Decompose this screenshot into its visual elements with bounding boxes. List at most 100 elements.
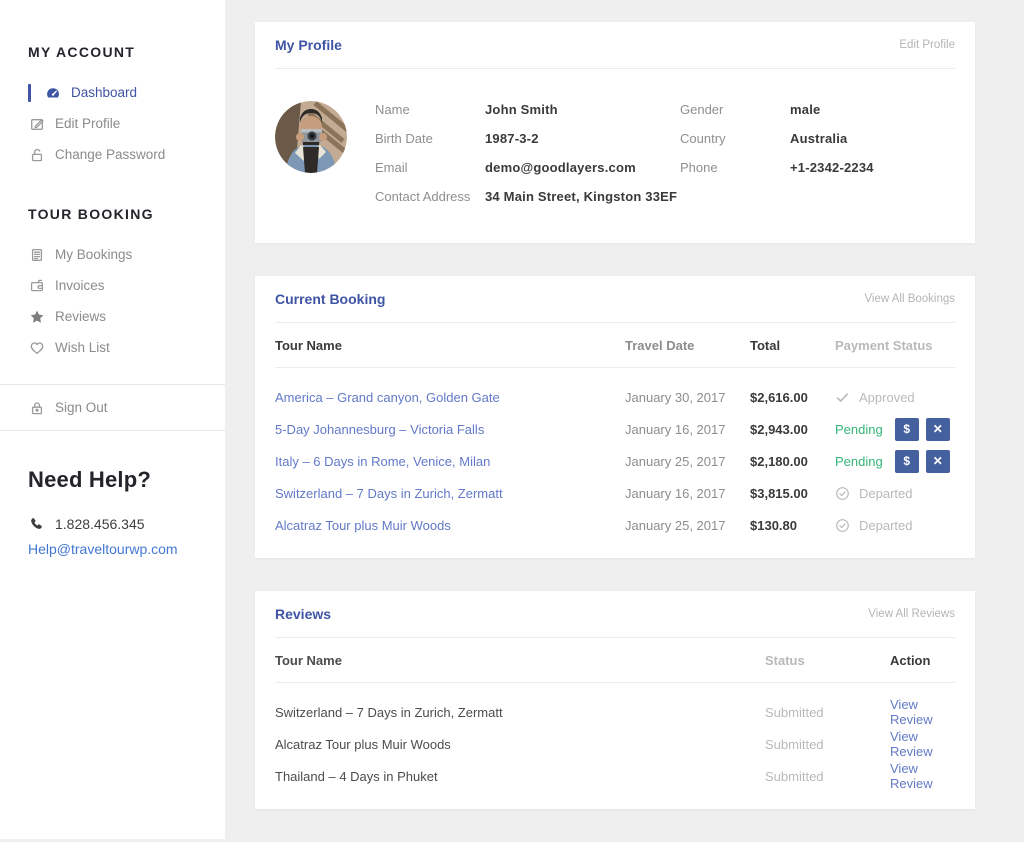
check-icon <box>835 390 850 405</box>
tour-name-link[interactable]: America – Grand canyon, Golden Gate <box>275 390 500 405</box>
field-value: John Smith <box>485 95 558 124</box>
view-review-link[interactable]: View Review <box>890 697 933 727</box>
review-status: Submitted <box>765 769 890 784</box>
column-header-status: Status <box>765 653 890 668</box>
payment-status-text: Departed <box>859 518 912 533</box>
dashboard-content: My Profile Edit Profile <box>255 22 975 842</box>
field-label: Birth Date <box>375 124 485 153</box>
phone-icon <box>28 515 45 532</box>
view-review-link[interactable]: View Review <box>890 729 933 759</box>
booking-total: $2,180.00 <box>750 454 835 469</box>
column-header-tour-name: Tour Name <box>275 338 625 353</box>
reviews-card-header: Reviews View All Reviews <box>275 591 955 638</box>
review-tour-name: Alcatraz Tour plus Muir Woods <box>275 737 765 752</box>
dashboard-icon <box>44 84 61 101</box>
tour-name-link[interactable]: 5-Day Johannesburg – Victoria Falls <box>275 422 484 437</box>
need-help-title: Need Help? <box>28 467 225 493</box>
review-table-row: Alcatraz Tour plus Muir Woods Submitted … <box>275 728 955 760</box>
field-value: demo@goodlayers.com <box>485 153 636 182</box>
sidebar-item-invoices[interactable]: Invoices <box>0 270 225 301</box>
payment-status: Pending $ ✕ <box>835 418 955 441</box>
field-label: Phone <box>680 153 790 182</box>
travel-date: January 25, 2017 <box>625 454 750 469</box>
cancel-booking-button[interactable]: ✕ <box>926 418 950 441</box>
booking-table-row: Alcatraz Tour plus Muir Woods January 25… <box>275 509 955 541</box>
booking-table-row: Italy – 6 Days in Rome, Venice, Milan Ja… <box>275 445 955 477</box>
travel-date: January 30, 2017 <box>625 390 750 405</box>
sidebar-item-sign-out[interactable]: Sign Out <box>0 385 225 430</box>
circle-check-icon <box>835 486 850 501</box>
sidebar-item-edit-profile[interactable]: Edit Profile <box>0 108 225 139</box>
help-phone-number: 1.828.456.345 <box>55 516 145 532</box>
my-profile-card: My Profile Edit Profile <box>255 22 975 243</box>
pay-button[interactable]: $ <box>895 450 919 473</box>
payment-status-text: Departed <box>859 486 912 501</box>
account-menu: Dashboard Edit Profile Change Password <box>0 77 225 170</box>
tour-name-link[interactable]: Italy – 6 Days in Rome, Venice, Milan <box>275 454 490 469</box>
field-label: Country <box>680 124 790 153</box>
payment-status-text: Approved <box>859 390 915 405</box>
bookings-icon <box>28 246 45 263</box>
profile-field: Contact Address 34 Main Street, Kingston… <box>375 182 680 211</box>
wallet-icon <box>28 277 45 294</box>
field-value: +1-2342-2234 <box>790 153 874 182</box>
profile-field: Name John Smith <box>375 95 680 124</box>
sidebar-item-my-bookings[interactable]: My Bookings <box>0 239 225 270</box>
current-booking-card: Current Booking View All Bookings Tour N… <box>255 276 975 558</box>
payment-status: Departed <box>835 486 955 501</box>
sidebar-item-wish-list[interactable]: Wish List <box>0 332 225 363</box>
field-value: 34 Main Street, Kingston 33EF <box>485 182 677 211</box>
payment-status: Pending $ ✕ <box>835 450 955 473</box>
view-review-link[interactable]: View Review <box>890 761 933 791</box>
need-help-block: Need Help? 1.828.456.345 Help@traveltour… <box>0 431 225 559</box>
profile-fields-right: Gender male Country Australia Phone +1-2… <box>680 95 955 211</box>
help-phone-row: 1.828.456.345 <box>28 515 225 532</box>
payment-status-text: Pending <box>835 422 883 437</box>
field-label: Contact Address <box>375 182 485 211</box>
tour-name-link[interactable]: Switzerland – 7 Days in Zurich, Zermatt <box>275 486 503 501</box>
booking-total: $3,815.00 <box>750 486 835 501</box>
edit-profile-link[interactable]: Edit Profile <box>899 39 955 51</box>
booking-total: $2,943.00 <box>750 422 835 437</box>
profile-field: Birth Date 1987-3-2 <box>375 124 680 153</box>
tour-name-link[interactable]: Alcatraz Tour plus Muir Woods <box>275 518 451 533</box>
reviews-table-rows: Switzerland – 7 Days in Zurich, Zermatt … <box>275 683 955 809</box>
review-tour-name: Thailand – 4 Days in Phuket <box>275 769 765 784</box>
cancel-booking-button[interactable]: ✕ <box>926 450 950 473</box>
booking-total: $2,616.00 <box>750 390 835 405</box>
travel-date: January 16, 2017 <box>625 486 750 501</box>
sign-out-label: Sign Out <box>55 400 108 415</box>
star-icon <box>28 308 45 325</box>
review-table-row: Switzerland – 7 Days in Zurich, Zermatt … <box>275 696 955 728</box>
profile-card-title: My Profile <box>275 37 342 53</box>
booking-card-header: Current Booking View All Bookings <box>275 276 955 323</box>
sidebar: My Account Dashboard Edit Profile Change… <box>0 0 225 839</box>
field-value: male <box>790 95 820 124</box>
field-value: Australia <box>790 124 847 153</box>
column-header-travel-date: Travel Date <box>625 338 750 353</box>
profile-field: Phone +1-2342-2234 <box>680 153 955 182</box>
pay-button[interactable]: $ <box>895 418 919 441</box>
field-label: Gender <box>680 95 790 124</box>
help-email-link[interactable]: Help@traveltourwp.com <box>28 541 178 557</box>
booking-table-row: 5-Day Johannesburg – Victoria Falls Janu… <box>275 413 955 445</box>
booking-card-title: Current Booking <box>275 291 385 307</box>
sidebar-item-change-password[interactable]: Change Password <box>0 139 225 170</box>
sidebar-heading-tour-booking: Tour Booking <box>28 206 225 222</box>
booking-table-rows: America – Grand canyon, Golden Gate Janu… <box>275 368 955 558</box>
column-header-total: Total <box>750 338 835 353</box>
edit-icon <box>28 115 45 132</box>
travel-date: January 25, 2017 <box>625 518 750 533</box>
review-status: Submitted <box>765 705 890 720</box>
payment-status: Departed <box>835 518 955 533</box>
booking-total: $130.80 <box>750 518 835 533</box>
sidebar-item-dashboard[interactable]: Dashboard <box>0 77 225 108</box>
sidebar-item-reviews[interactable]: Reviews <box>0 301 225 332</box>
view-all-bookings-link[interactable]: View All Bookings <box>864 293 955 305</box>
booking-table-row: Switzerland – 7 Days in Zurich, Zermatt … <box>275 477 955 509</box>
avatar <box>275 101 347 173</box>
booking-table-row: America – Grand canyon, Golden Gate Janu… <box>275 381 955 413</box>
view-all-reviews-link[interactable]: View All Reviews <box>868 608 955 620</box>
review-status: Submitted <box>765 737 890 752</box>
travel-date: January 16, 2017 <box>625 422 750 437</box>
